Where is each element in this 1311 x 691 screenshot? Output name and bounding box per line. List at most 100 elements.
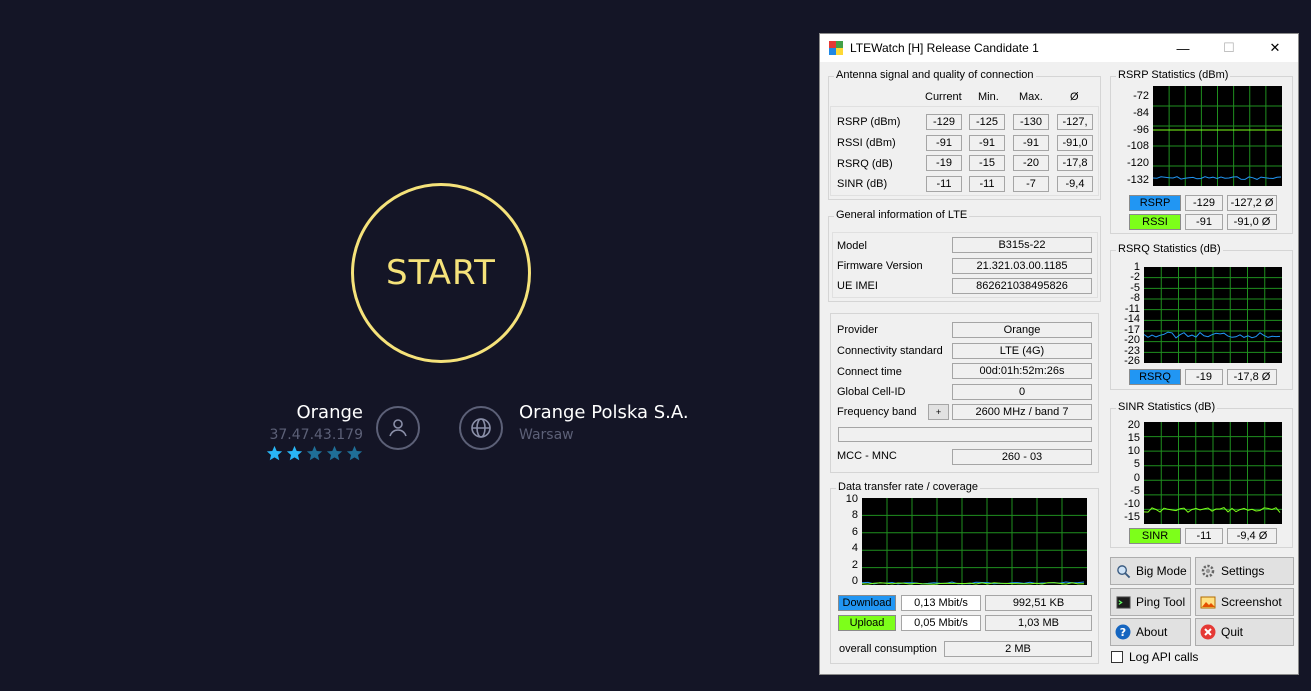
gear-icon (1200, 563, 1216, 579)
sinr-stats-title: SINR Statistics (dB) (1116, 401, 1218, 413)
rsrq-max: -20 (1013, 155, 1049, 171)
rsrp-tick-label: -72 (1133, 90, 1149, 102)
sinr-tick-label: 20 (1127, 419, 1140, 431)
screenshot-label: Screenshot (1221, 595, 1282, 609)
header-min: Min. (978, 91, 999, 103)
rsrp-tick-label: -96 (1133, 123, 1149, 136)
sinr-tick-label: -15 (1124, 511, 1140, 523)
rssi-max: -91 (1013, 135, 1049, 151)
log-api-checkbox[interactable] (1111, 651, 1123, 663)
star-empty-icon[interactable] (346, 445, 363, 462)
download-total: 992,51 KB (985, 595, 1092, 611)
star-filled-icon[interactable] (266, 445, 283, 462)
server-city: Warsaw (519, 427, 574, 443)
close-button[interactable]: ✕ (1252, 34, 1298, 62)
rsrq-stat-avg: -17,8 Ø (1227, 369, 1277, 385)
star-filled-icon[interactable] (286, 445, 303, 462)
sinr-tick-label: -5 (1130, 484, 1140, 497)
frequency-label: Frequency band (837, 406, 917, 418)
download-rate: 0,13 Mbit/s (901, 595, 981, 611)
transfer-chart (862, 498, 1087, 585)
sinr-stat-avg: -9,4 Ø (1227, 528, 1277, 544)
row-label-sinr: SINR (dB) (837, 178, 888, 190)
server-info: Orange Polska S.A. Warsaw (519, 402, 689, 443)
sinr-avg: -9,4 (1057, 176, 1093, 192)
sinr-stat-current: -11 (1185, 528, 1223, 544)
ping-tool-label: Ping Tool (1136, 595, 1186, 609)
transfer-tick-label: 2 (851, 558, 858, 571)
minimize-button[interactable]: — (1160, 34, 1206, 62)
rsrq-plot (1144, 267, 1282, 363)
imei-value: 862621038495826 (952, 278, 1092, 294)
big-mode-button[interactable]: Big Mode (1110, 557, 1191, 585)
mcc-value: 260 - 03 (952, 449, 1092, 465)
rsrq-legend: RSRQ (1129, 369, 1181, 385)
cell-id-label: Global Cell-ID (837, 386, 906, 398)
row-label-rssi: RSSI (dBm) (837, 137, 896, 149)
header-avg: Ø (1070, 91, 1079, 103)
rsrq-stat-current: -19 (1185, 369, 1223, 385)
row-label-rsrq: RSRQ (dB) (837, 158, 893, 170)
star-empty-icon[interactable] (306, 445, 323, 462)
sinr-series-line (1144, 507, 1281, 513)
maximize-button[interactable]: ☐ (1206, 34, 1252, 62)
rsrq-min: -15 (969, 155, 1005, 171)
sinr-tick-label: 10 (1127, 445, 1140, 458)
firmware-label: Firmware Version (837, 260, 923, 272)
sinr-tick-label: -10 (1124, 497, 1140, 510)
firmware-value: 21.321.03.00.1185 (952, 258, 1092, 274)
globe-icon[interactable] (459, 406, 503, 450)
app-icon (829, 41, 843, 55)
header-current: Current (925, 91, 962, 103)
rsrp-max: -130 (1013, 114, 1049, 130)
transfer-tick-label: 10 (845, 493, 858, 505)
expand-frequency-button[interactable]: + (928, 404, 949, 420)
upload-rate: 0,05 Mbit/s (901, 615, 981, 631)
rsrp-current: -129 (926, 114, 962, 130)
download-legend: Download (838, 595, 896, 611)
transfer-tick-label: 6 (851, 525, 858, 538)
user-icon[interactable] (376, 406, 420, 450)
frequency-value: 2600 MHz / band 7 (952, 404, 1092, 420)
sinr-chart (1144, 422, 1282, 524)
title-bar[interactable]: LTEWatch [H] Release Candidate 1 — ☐ ✕ (820, 34, 1298, 62)
rssi-stat-avg: -91,0 Ø (1227, 214, 1277, 230)
model-value: B315s-22 (952, 237, 1092, 253)
transfer-tick-label: 0 (851, 575, 858, 587)
imei-label: UE IMEI (837, 280, 878, 292)
isp-rating[interactable] (266, 445, 363, 462)
terminal-icon (1115, 594, 1131, 610)
start-button[interactable]: START (351, 183, 531, 363)
rsrp-tick-label: -84 (1133, 106, 1149, 119)
provider-value: Orange (952, 322, 1092, 338)
settings-button[interactable]: Settings (1195, 557, 1294, 585)
model-label: Model (837, 240, 867, 252)
rsrp-stats-title: RSRP Statistics (dBm) (1116, 69, 1231, 81)
svg-text:?: ? (1120, 626, 1126, 639)
screenshot-button[interactable]: Screenshot (1195, 588, 1294, 616)
rsrp-tick-label: -108 (1127, 140, 1150, 153)
rsrp-tick-label: -132 (1127, 174, 1150, 186)
settings-label: Settings (1221, 564, 1265, 578)
connectivity-value: LTE (4G) (952, 343, 1092, 359)
quit-button[interactable]: Quit (1195, 618, 1294, 646)
quit-label: Quit (1221, 625, 1244, 639)
row-label-rsrp: RSRP (dBm) (837, 116, 901, 128)
sinr-tick-label: 15 (1127, 432, 1140, 445)
about-button[interactable]: ? About (1110, 618, 1191, 646)
sinr-min: -11 (969, 176, 1005, 192)
rssi-legend: RSSI (1129, 214, 1181, 230)
sinr-legend: SINR (1129, 528, 1181, 544)
transfer-group-title: Data transfer rate / coverage (836, 481, 981, 493)
rssi-min: -91 (969, 135, 1005, 151)
sinr-tick-label: 5 (1133, 458, 1140, 471)
mcc-label: MCC - MNC (837, 450, 897, 462)
ping-tool-button[interactable]: Ping Tool (1110, 588, 1191, 616)
provider-label: Provider (837, 324, 878, 336)
rsrq-tick-label: -26 (1124, 355, 1140, 367)
log-api-label: Log API calls (1129, 650, 1199, 664)
sinr-current: -11 (926, 176, 962, 192)
star-empty-icon[interactable] (326, 445, 343, 462)
sinr-max: -7 (1013, 176, 1049, 192)
rssi-current: -91 (926, 135, 962, 151)
